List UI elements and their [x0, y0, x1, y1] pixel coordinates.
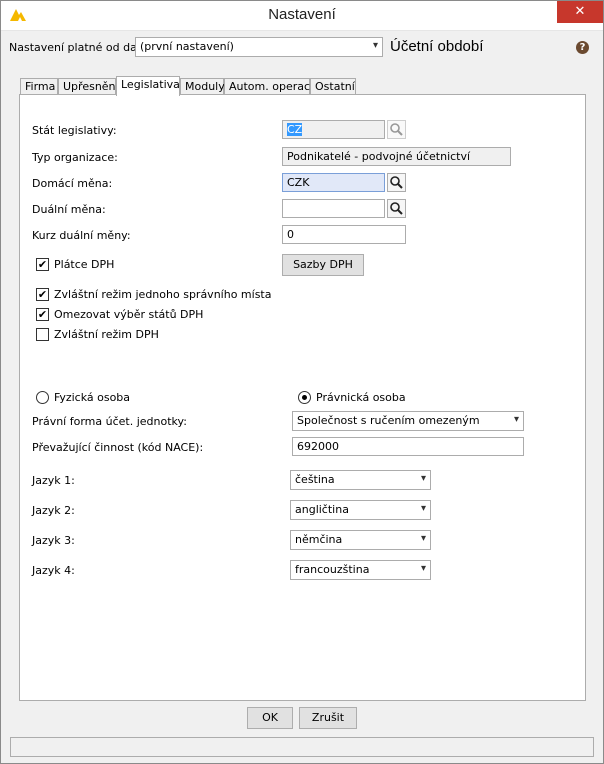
tab-ostatni[interactable]: Ostatní — [310, 78, 356, 95]
dual-currency-field[interactable] — [282, 199, 385, 218]
language-4-value: francouzština — [295, 563, 370, 576]
state-label: Stát legislativy: — [32, 124, 117, 137]
language-2-value: angličtina — [295, 503, 349, 516]
home-currency-field[interactable]: CZK — [282, 173, 385, 192]
tab-firma[interactable]: Firma — [20, 78, 58, 95]
title-bar[interactable]: Nastavení ✕ — [1, 1, 603, 31]
language-3-select[interactable]: němčina ▾ — [290, 530, 431, 550]
vat-rates-button[interactable]: Sazby DPH — [282, 254, 364, 276]
status-bar — [10, 737, 594, 757]
moss-label: Zvláštní režim jednoho správního místa — [54, 288, 272, 301]
language-4-select[interactable]: francouzština ▾ — [290, 560, 431, 580]
vat-payer-checkbox[interactable]: ✔ — [36, 258, 49, 271]
dual-currency-label: Duální měna: — [32, 203, 106, 216]
language-2-select[interactable]: angličtina ▾ — [290, 500, 431, 520]
chevron-down-icon: ▾ — [513, 414, 519, 425]
home-currency-search-button[interactable] — [387, 173, 406, 192]
valid-from-label: Nastavení platné od data: — [9, 41, 152, 54]
tab-legislativa[interactable]: Legislativa — [116, 76, 180, 96]
language-1-value: čeština — [295, 473, 335, 486]
natural-person-radio[interactable] — [36, 391, 49, 404]
chevron-down-icon: ▾ — [420, 563, 426, 574]
special-vat-checkbox[interactable] — [36, 328, 49, 341]
valid-from-select[interactable]: (první nastavení) ▾ — [135, 37, 383, 57]
home-currency-label: Domácí měna: — [32, 177, 113, 190]
language-2-label: Jazyk 2: — [32, 504, 75, 517]
language-3-label: Jazyk 3: — [32, 534, 75, 547]
dual-rate-label: Kurz duální měny: — [32, 229, 131, 242]
state-search-button[interactable] — [387, 120, 406, 139]
dual-currency-search-button[interactable] — [387, 199, 406, 218]
legal-form-select[interactable]: Společnost s ručením omezeným ▾ — [292, 411, 524, 431]
state-value: CZ — [287, 123, 303, 136]
valid-from-value: (první nastavení) — [140, 40, 234, 53]
language-4-label: Jazyk 4: — [32, 564, 75, 577]
period-title: Účetní období — [390, 38, 484, 55]
legislativa-panel: Stát legislativy: CZ Typ organizace: Pod… — [19, 94, 586, 701]
org-type-field: Podnikatelé - podvojné účetnictví — [282, 147, 511, 166]
special-vat-label: Zvláštní režim DPH — [54, 328, 159, 341]
magnifier-icon — [390, 123, 403, 136]
settings-window: Nastavení ✕ Nastavení platné od data: (p… — [0, 0, 604, 764]
chevron-down-icon: ▾ — [420, 533, 426, 544]
nace-field[interactable]: 692000 — [292, 437, 524, 456]
magnifier-icon — [390, 176, 403, 189]
moss-checkbox[interactable]: ✔ — [36, 288, 49, 301]
window-title: Nastavení — [268, 6, 336, 23]
language-1-select[interactable]: čeština ▾ — [290, 470, 431, 490]
legal-person-label: Právnická osoba — [316, 391, 406, 404]
help-icon[interactable]: ? — [576, 41, 589, 54]
state-field[interactable]: CZ — [282, 120, 385, 139]
chevron-down-icon: ▾ — [420, 473, 426, 484]
limit-states-checkbox[interactable]: ✔ — [36, 308, 49, 321]
chevron-down-icon: ▾ — [420, 503, 426, 514]
tab-moduly[interactable]: Moduly — [180, 78, 225, 95]
radio-selected-dot — [302, 395, 307, 400]
limit-states-label: Omezovat výběr států DPH — [54, 308, 204, 321]
tab-upresneni[interactable]: Upřesnění — [58, 78, 119, 95]
cancel-button[interactable]: Zrušit — [299, 707, 357, 729]
natural-person-label: Fyzická osoba — [54, 391, 131, 404]
language-1-label: Jazyk 1: — [32, 474, 75, 487]
dual-rate-field[interactable]: 0 — [282, 225, 406, 244]
vat-payer-label: Plátce DPH — [54, 258, 115, 271]
legal-form-label: Právní forma účet. jednotky: — [32, 415, 187, 428]
magnifier-icon — [390, 202, 403, 215]
legal-person-radio[interactable] — [298, 391, 311, 404]
nace-label: Převažující činnost (kód NACE): — [32, 441, 204, 454]
org-type-label: Typ organizace: — [32, 151, 118, 164]
legal-form-value: Společnost s ručením omezeným — [297, 414, 480, 427]
chevron-down-icon: ▾ — [372, 40, 378, 51]
close-button[interactable]: ✕ — [557, 1, 603, 23]
ok-button[interactable]: OK — [247, 707, 293, 729]
tab-autom-operace[interactable]: Autom. operace — [224, 78, 317, 95]
language-3-value: němčina — [295, 533, 343, 546]
